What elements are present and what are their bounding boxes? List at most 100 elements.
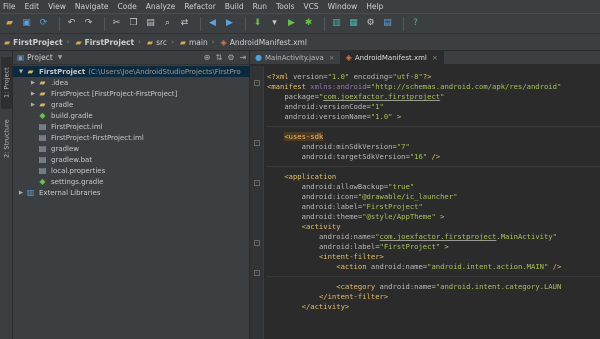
expanded-arrow-icon[interactable]: ▼ xyxy=(17,69,25,75)
close-icon[interactable]: × xyxy=(329,54,335,62)
module-folder-icon: ▰ xyxy=(75,37,82,47)
tab-mainactivity-java[interactable]: ● MainActivity.java × xyxy=(250,51,341,64)
open-folder-icon[interactable]: ▰ xyxy=(3,17,16,30)
collapsed-arrow-icon[interactable]: ▶ xyxy=(29,91,37,97)
code-line[interactable]: package="com.joexfactor.firstproject" xyxy=(267,92,444,102)
paste-icon[interactable]: ▤ xyxy=(144,17,157,30)
file-icon: ▤ xyxy=(38,166,47,175)
breadcrumb-item[interactable]: ▰ src › xyxy=(147,38,174,47)
project-structure-icon[interactable]: ▤ xyxy=(381,17,394,30)
collapsed-arrow-icon[interactable]: ▶ xyxy=(29,80,37,86)
fold-marker-icon[interactable]: - xyxy=(254,140,260,146)
menu-code[interactable]: Code xyxy=(118,2,137,11)
collapse-all-icon[interactable]: ⇅ xyxy=(213,53,225,62)
tree-item[interactable]: ▤ FirstProject-FirstProject.iml xyxy=(13,132,250,143)
menu-help[interactable]: Help xyxy=(366,2,383,11)
replace-icon[interactable]: ⇄ xyxy=(178,17,191,30)
menu-navigate[interactable]: Navigate xyxy=(75,2,109,11)
tree-item[interactable]: ◆ settings.gradle xyxy=(13,176,250,187)
code-line[interactable]: <manifest xmlns:android="http://schemas.… xyxy=(267,82,561,92)
breadcrumb-item[interactable]: ▰ FirstProject › xyxy=(75,38,140,47)
tab-androidmanifest-xml[interactable]: ◈ AndroidManifest.xml × xyxy=(340,51,444,64)
breadcrumb-item[interactable]: ▰ FirstProject › xyxy=(4,38,69,47)
close-icon[interactable]: × xyxy=(432,54,438,62)
breadcrumb-item[interactable]: ◈ AndroidManifest.xml xyxy=(221,38,307,47)
code-line[interactable]: <activity xyxy=(267,222,341,232)
sync-icon[interactable]: ⟳ xyxy=(37,17,50,30)
code-line[interactable]: android:minSdkVersion="7" xyxy=(267,142,410,152)
project-view-selector[interactable]: ▣ Project ▼ xyxy=(17,53,62,62)
menu-build[interactable]: Build xyxy=(225,2,244,11)
menu-file[interactable]: File xyxy=(3,2,16,11)
tree-item[interactable]: ◆ build.gradle xyxy=(13,110,250,121)
settings-icon[interactable]: ⚙ xyxy=(225,53,237,62)
tree-item[interactable]: ▼ ▰ FirstProject (C:\Users\Joe\AndroidStudi… xyxy=(13,66,250,77)
fold-marker-icon[interactable]: - xyxy=(254,240,260,246)
editor-gutter[interactable]: - - - - - xyxy=(250,66,264,339)
fold-marker-icon[interactable]: - xyxy=(254,180,260,186)
tree-item[interactable]: ▤ FirstProject.iml xyxy=(13,121,250,132)
code-line[interactable]: <uses-sdk xyxy=(267,132,324,142)
collapsed-arrow-icon[interactable]: ▶ xyxy=(17,190,25,196)
collapsed-arrow-icon[interactable]: ▶ xyxy=(29,102,37,108)
scroll-from-source-icon[interactable]: ⊕ xyxy=(201,53,213,62)
avd-manager-icon[interactable]: ▦ xyxy=(347,17,360,30)
code-line[interactable]: <category android:name="android.intent.c… xyxy=(267,282,561,292)
tree-item[interactable]: ▶ ▥ External Libraries xyxy=(13,187,250,198)
code-line[interactable]: android:versionName="1.0" > xyxy=(267,112,401,122)
tree-item[interactable]: ▤ local.properties xyxy=(13,165,250,176)
sdk-manager-icon[interactable]: ▥ xyxy=(330,17,343,30)
menu-refactor[interactable]: Refactor xyxy=(184,2,215,11)
run-icon[interactable]: ▶ xyxy=(285,17,298,30)
code-line[interactable]: </activity> xyxy=(267,302,350,312)
menu-analyze[interactable]: Analyze xyxy=(146,2,176,11)
tree-item[interactable]: ▶ ▰ .idea xyxy=(13,77,250,88)
code-line[interactable]: <application xyxy=(267,172,336,182)
redo-icon[interactable]: ↷ xyxy=(82,17,95,30)
copy-icon[interactable]: ❐ xyxy=(127,17,140,30)
find-icon[interactable]: ⌕ xyxy=(161,17,174,30)
forward-icon[interactable]: ▶ xyxy=(223,17,236,30)
menu-view[interactable]: View xyxy=(48,2,66,11)
menu-vcs[interactable]: VCS xyxy=(303,2,318,11)
code-line[interactable]: android:name="com.joexfactor.firstprojec… xyxy=(267,232,557,242)
code-line[interactable]: </intent-filter> xyxy=(267,292,388,302)
tree-item-label: gradlew.bat xyxy=(51,155,93,164)
tree-item[interactable]: ▤ gradlew xyxy=(13,143,250,154)
code-line[interactable]: <?xml version="1.0" encoding="utf-8"?> xyxy=(267,72,431,82)
cut-icon[interactable]: ✂ xyxy=(110,17,123,30)
tree-item[interactable]: ▶ ▰ gradle xyxy=(13,99,250,110)
make-project-icon[interactable]: ⬇ xyxy=(251,17,264,30)
save-all-icon[interactable]: ▣ xyxy=(20,17,33,30)
menu-tools[interactable]: Tools xyxy=(276,2,294,11)
settings-icon[interactable]: ⚙ xyxy=(364,17,377,30)
code-line[interactable]: android:theme="@style/AppTheme" > xyxy=(267,212,445,222)
tab-structure[interactable]: 2: Structure xyxy=(1,113,12,165)
code-line[interactable]: <intent-filter> xyxy=(267,252,384,262)
fold-marker-icon[interactable]: - xyxy=(254,270,260,276)
menu-window[interactable]: Window xyxy=(328,2,358,11)
code-line[interactable]: android:targetSdkVersion="16" /> xyxy=(267,152,440,162)
menu-edit[interactable]: Edit xyxy=(25,2,40,11)
code-editor[interactable]: <?xml version="1.0" encoding="utf-8"?> <m… xyxy=(267,66,600,339)
code-line[interactable]: android:label="FirstProject" > xyxy=(267,242,449,252)
fold-marker-icon[interactable]: - xyxy=(254,80,260,86)
hide-icon[interactable]: ⇥ xyxy=(237,53,249,62)
menu-run[interactable]: Run xyxy=(253,2,267,11)
method-separator xyxy=(267,166,600,167)
back-icon[interactable]: ◀ xyxy=(206,17,219,30)
code-line[interactable]: android:versionCode="1" xyxy=(267,102,384,112)
code-line[interactable]: android:icon="@drawable/ic_launcher" xyxy=(267,192,458,202)
undo-icon[interactable]: ↶ xyxy=(65,17,78,30)
code-line[interactable]: <action android:name="android.intent.act… xyxy=(267,262,561,272)
breadcrumb-label: main xyxy=(188,37,208,47)
run-config-dropdown-icon[interactable]: ▾ xyxy=(268,17,281,30)
code-line[interactable]: android:label="FirstProject" xyxy=(267,202,423,212)
help-icon[interactable]: ? xyxy=(409,17,422,30)
tab-project[interactable]: 1: Project xyxy=(1,57,12,109)
tree-item[interactable]: ▶ ▰ FirstProject [FirstProject-FirstProjec… xyxy=(13,88,250,99)
code-line[interactable]: android:allowBackup="true" xyxy=(267,182,415,192)
tree-item[interactable]: ▤ gradlew.bat xyxy=(13,154,250,165)
breadcrumb-item[interactable]: ▰ main › xyxy=(180,38,215,47)
debug-icon[interactable]: ✱ xyxy=(302,17,315,30)
